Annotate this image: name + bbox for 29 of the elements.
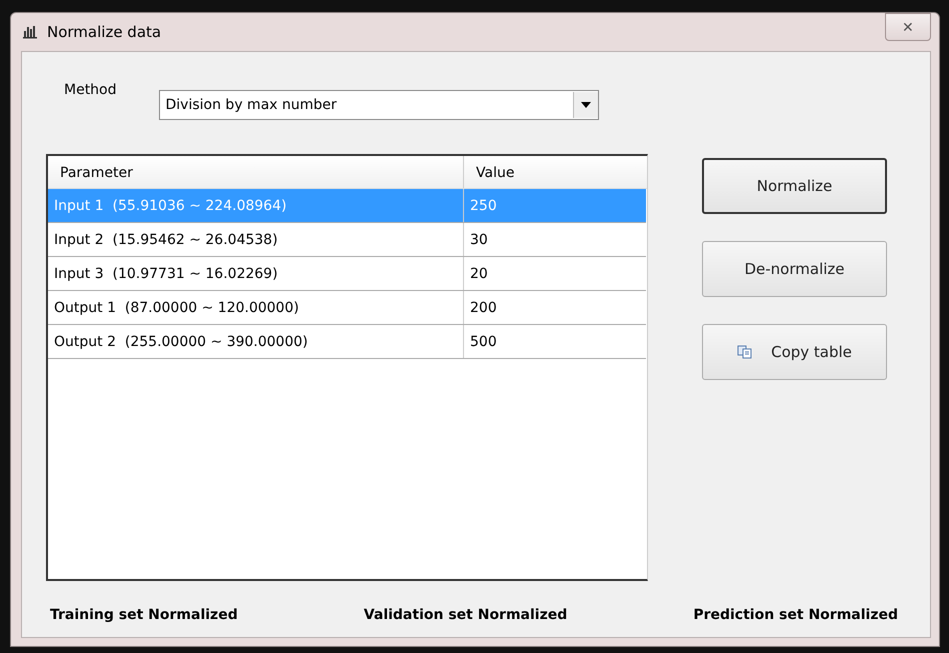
action-button[interactable]: De-normalize <box>702 241 887 297</box>
status-label: Training set Normalized <box>50 607 238 623</box>
table-row[interactable]: Output 2 (255.00000 ~ 390.00000) 500 <box>48 325 646 359</box>
table-row[interactable]: Input 3 (10.97731 ~ 16.02269) 20 <box>48 257 646 291</box>
method-dropdown[interactable]: Division by max number <box>158 90 599 120</box>
window-title: Normalize data <box>47 23 162 41</box>
table-row[interactable]: Output 1 (87.00000 ~ 120.00000) 200 <box>48 291 646 325</box>
value-cell-text: 20 <box>469 265 489 284</box>
copy-icon <box>737 345 754 359</box>
column-header[interactable]: Value <box>464 156 644 188</box>
parameter-cell: Output 2 (255.00000 ~ 390.00000) <box>48 325 464 358</box>
table-row[interactable]: Input 2 (15.95462 ~ 26.04538) 30 <box>48 223 646 257</box>
copy-table-button[interactable]: Copy table <box>702 324 887 380</box>
value-cell-text: 200 <box>469 299 498 318</box>
dropdown-arrow-icon <box>580 102 591 108</box>
parameter-cell: Input 3 (10.97731 ~ 16.02269) <box>48 257 464 290</box>
column-header[interactable]: Parameter <box>48 156 464 188</box>
close-button[interactable]: ✕ <box>885 13 931 41</box>
value-cell-text: 30 <box>469 231 489 250</box>
parameter-cell: Input 2 (15.95462 ~ 26.04538) <box>48 223 464 256</box>
parameter-cell: Input 1 (55.91036 ~ 224.08964) <box>48 189 464 222</box>
status-label: Prediction set Normalized <box>693 607 898 623</box>
parameter-cell: Output 1 (87.00000 ~ 120.00000) <box>48 291 464 324</box>
value-cell-text: 250 <box>469 197 498 216</box>
method-label: Method <box>64 82 117 98</box>
status-label: Validation set Normalized <box>364 607 568 623</box>
value-cell-text: 500 <box>469 333 498 352</box>
action-button[interactable]: Normalize <box>702 158 887 214</box>
bar-chart-icon <box>23 25 39 39</box>
